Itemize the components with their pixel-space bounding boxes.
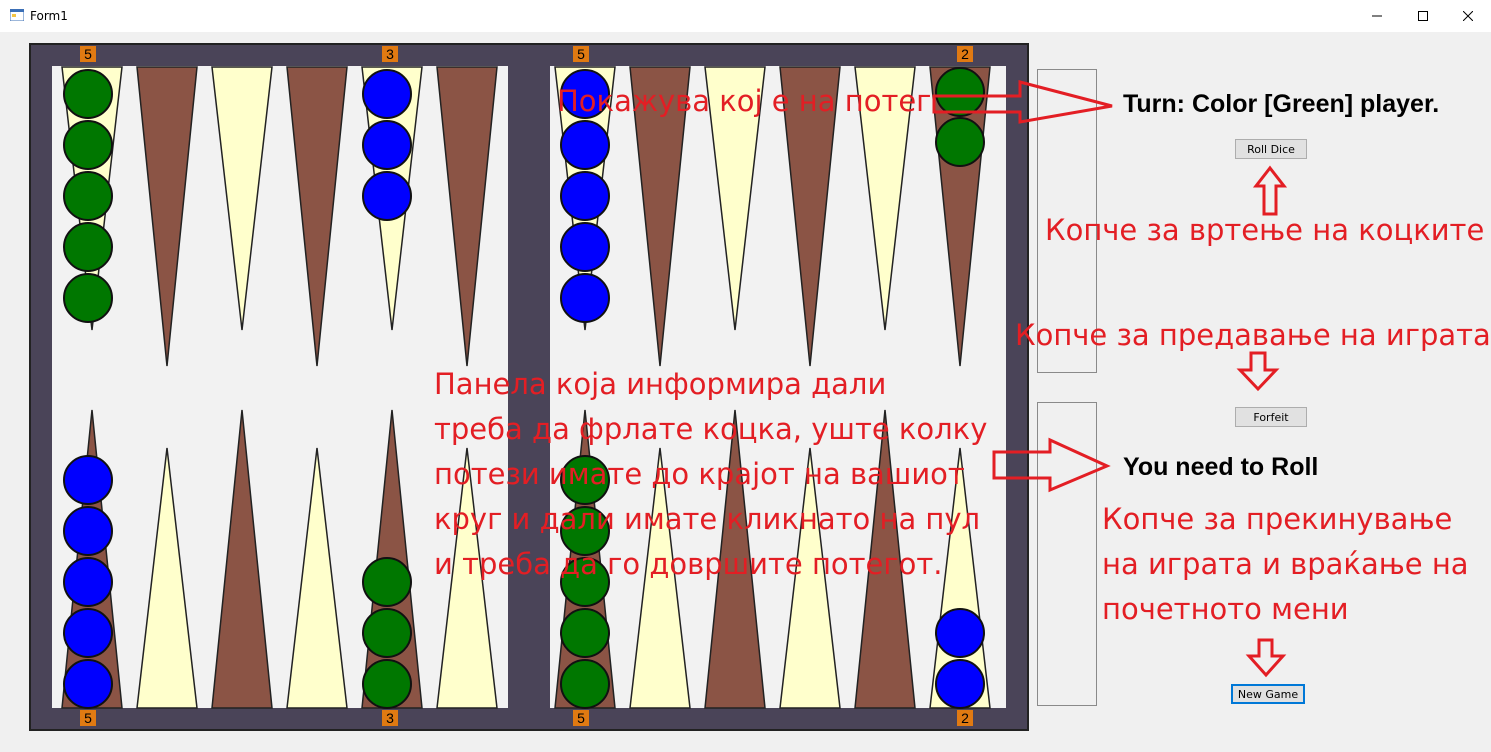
point-count-text: 3 — [386, 46, 394, 62]
point-count-text: 5 — [84, 710, 92, 726]
annotation-panel-line: круг и дали имате кликнато на пул — [434, 502, 981, 536]
blue-checker — [560, 171, 610, 221]
annotation-panel: Панела која информира дали треба да фрла… — [434, 362, 987, 587]
blue-checker — [63, 608, 113, 658]
roll-status-label: You need to Roll — [1123, 453, 1319, 481]
roll-dice-button[interactable]: Roll Dice — [1235, 139, 1307, 159]
green-checker — [362, 608, 412, 658]
blue-checker — [63, 557, 113, 607]
point-count-text: 5 — [577, 710, 585, 726]
annotation-new-game-line: Копче за прекинување — [1102, 502, 1453, 536]
lower-side-panel — [1037, 402, 1097, 706]
forfeit-button[interactable]: Forfeit — [1235, 407, 1307, 427]
blue-checker — [63, 455, 113, 505]
blue-checker — [935, 608, 985, 658]
annotation-forfeit: Копче за предавање на играта — [1015, 318, 1491, 352]
green-checker — [63, 222, 113, 272]
turn-label: Turn: Color [Green] player. — [1123, 90, 1440, 118]
green-checker — [560, 608, 610, 658]
blue-checker — [63, 659, 113, 709]
annotation-roll: Копче за вртење на коцките — [1045, 213, 1485, 247]
blue-checker — [560, 273, 610, 323]
annotation-new-game-line: почетното мени — [1102, 592, 1349, 626]
green-checker — [63, 120, 113, 170]
point-count-text: 5 — [84, 46, 92, 62]
green-checker — [362, 659, 412, 709]
annotation-new-game-line: на играта и враќање на — [1102, 547, 1469, 581]
blue-checker — [362, 120, 412, 170]
annotation-turn: Покажува кој е на потег — [557, 84, 932, 118]
green-checker — [362, 557, 412, 607]
blue-checker — [362, 69, 412, 119]
blue-checker — [560, 222, 610, 272]
point-count-text: 3 — [386, 710, 394, 726]
green-checker — [560, 659, 610, 709]
blue-checker — [63, 506, 113, 556]
blue-checker — [935, 659, 985, 709]
annotation-new-game: Копче за прекинување на играта и враќање… — [1102, 497, 1469, 632]
green-checker — [63, 69, 113, 119]
new-game-button[interactable]: New Game — [1231, 684, 1305, 704]
point-count-text: 2 — [961, 710, 969, 726]
point-count-text: 5 — [577, 46, 585, 62]
blue-checker — [560, 120, 610, 170]
annotation-panel-line: треба да фрлате коцка, уште колку — [434, 412, 988, 446]
annotation-panel-line: и треба да го довршите потегот. — [434, 547, 943, 581]
green-checker — [935, 67, 985, 117]
point-count-text: 2 — [961, 46, 969, 62]
green-checker — [63, 171, 113, 221]
green-checker — [63, 273, 113, 323]
annotation-panel-line: потези имате до крајот на вашиот — [434, 457, 965, 491]
annotation-panel-line: Панела која информира дали — [434, 367, 887, 401]
blue-checker — [362, 171, 412, 221]
green-checker — [935, 117, 985, 167]
